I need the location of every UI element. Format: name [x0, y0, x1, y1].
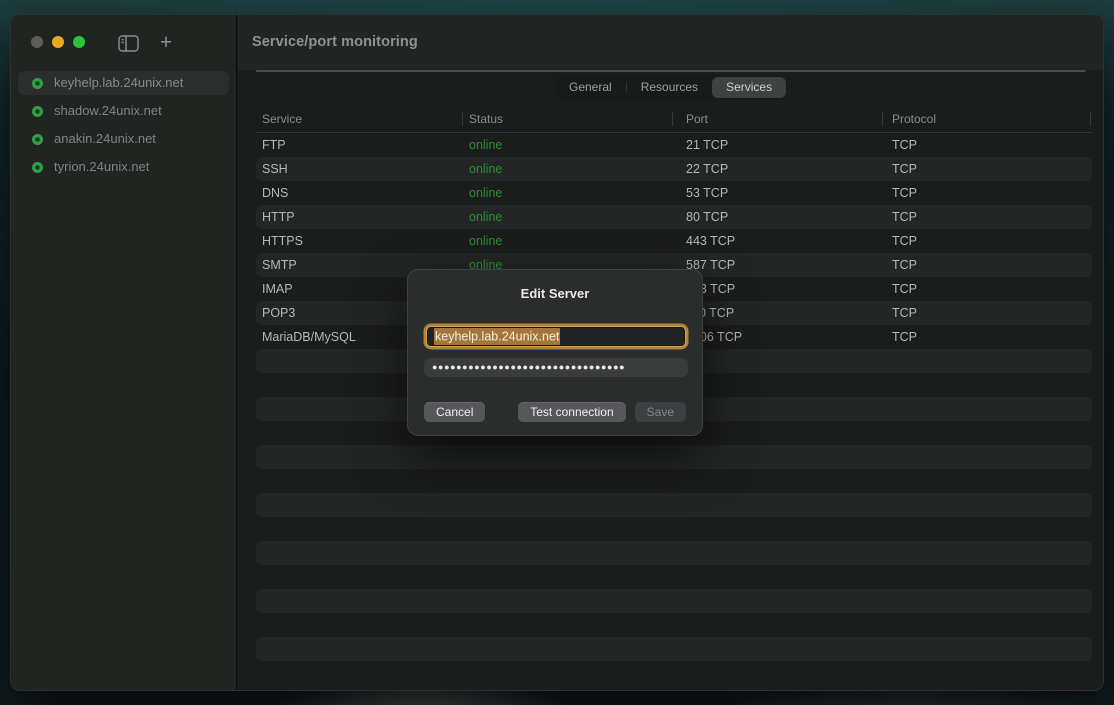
empty-row — [256, 541, 1092, 565]
empty-row — [256, 517, 1092, 541]
cell-service: HTTPS — [262, 229, 303, 253]
cell-service: POP3 — [262, 301, 295, 325]
empty-row — [256, 565, 1092, 589]
column-header-protocol[interactable]: Protocol — [892, 105, 936, 133]
cell-protocol: TCP — [892, 157, 917, 181]
cell-port: 53 TCP — [686, 181, 728, 205]
cell-status: online — [469, 133, 502, 157]
table-row[interactable]: SSH online 22 TCP TCP — [256, 157, 1092, 181]
cell-port: 22 TCP — [686, 157, 728, 181]
server-label: tyrion.24unix.net — [54, 159, 149, 174]
edit-server-dialog: Edit Server keyhelp.lab.24unix.net ●●●●●… — [407, 269, 703, 436]
server-label: anakin.24unix.net — [54, 131, 156, 146]
cell-service: IMAP — [262, 277, 293, 301]
selected-text: keyhelp.lab.24unix.net — [434, 328, 560, 345]
sidebar: + keyhelp.lab.24unix.net shadow.24unix.ne… — [11, 15, 237, 690]
page-title: Service/port monitoring — [252, 15, 418, 70]
add-server-button[interactable]: + — [153, 33, 179, 53]
save-button[interactable]: Save — [635, 402, 686, 422]
cell-service: FTP — [262, 133, 286, 157]
cell-service: MariaDB/MySQL — [262, 325, 356, 349]
dialog-buttons: Cancel Test connection Save — [424, 402, 686, 422]
column-separator — [462, 112, 463, 126]
cell-protocol: TCP — [892, 325, 917, 349]
empty-row — [256, 637, 1092, 661]
titlebar: Service/port monitoring — [238, 15, 1103, 70]
plus-icon: + — [160, 34, 172, 52]
password-input[interactable]: ●●●●●●●●●●●●●●●●●●●●●●●●●●●●●●●● — [424, 358, 688, 377]
column-separator — [882, 112, 883, 126]
column-header-port[interactable]: Port — [686, 105, 708, 133]
cell-port: 80 TCP — [686, 205, 728, 229]
content-divider — [256, 70, 1086, 72]
cell-status: online — [469, 157, 502, 181]
online-status-dot-icon — [32, 78, 43, 89]
cell-status: online — [469, 181, 502, 205]
sidebar-item-server[interactable]: tyrion.24unix.net — [18, 155, 229, 179]
column-separator — [672, 112, 673, 126]
cell-protocol: TCP — [892, 133, 917, 157]
cell-port: 443 TCP — [686, 229, 735, 253]
cell-status: online — [469, 229, 502, 253]
server-label: keyhelp.lab.24unix.net — [54, 75, 183, 90]
server-label: shadow.24unix.net — [54, 103, 162, 118]
cell-port: 21 TCP — [686, 133, 728, 157]
minimize-button[interactable] — [52, 36, 64, 48]
empty-row — [256, 613, 1092, 637]
tab-services[interactable]: Services — [712, 77, 786, 98]
column-header-status[interactable]: Status — [469, 105, 503, 133]
empty-row — [256, 445, 1092, 469]
cell-protocol: TCP — [892, 181, 917, 205]
cell-service: HTTP — [262, 205, 295, 229]
online-status-dot-icon — [32, 106, 43, 117]
table-row[interactable]: FTP online 21 TCP TCP — [256, 133, 1092, 157]
cell-service: SMTP — [262, 253, 297, 277]
sidebar-item-server[interactable]: shadow.24unix.net — [18, 99, 229, 123]
sidebar-toggle-button[interactable] — [115, 33, 141, 53]
sidebar-item-server[interactable]: anakin.24unix.net — [18, 127, 229, 151]
cell-service: DNS — [262, 181, 288, 205]
cell-protocol: TCP — [892, 301, 917, 325]
table-row[interactable]: DNS online 53 TCP TCP — [256, 181, 1092, 205]
test-connection-button[interactable]: Test connection — [518, 402, 625, 422]
tab-bar: GeneralResourcesServices — [554, 76, 787, 99]
cell-protocol: TCP — [892, 205, 917, 229]
cell-protocol: TCP — [892, 229, 917, 253]
cell-service: SSH — [262, 157, 288, 181]
online-status-dot-icon — [32, 162, 43, 173]
table-row[interactable]: HTTPS online 443 TCP TCP — [256, 229, 1092, 253]
online-status-dot-icon — [32, 134, 43, 145]
traffic-lights — [31, 36, 94, 48]
tab-resources[interactable]: Resources — [627, 77, 712, 98]
empty-row — [256, 493, 1092, 517]
sidebar-toolbar: + — [115, 33, 179, 53]
sidebar-toggle-icon — [118, 35, 139, 52]
table-header: Service Status Port Protocol — [256, 105, 1092, 133]
zoom-button[interactable] — [73, 36, 85, 48]
server-host-input[interactable]: keyhelp.lab.24unix.net — [426, 326, 686, 347]
sidebar-item-server[interactable]: keyhelp.lab.24unix.net — [18, 71, 229, 95]
empty-row — [256, 589, 1092, 613]
empty-row — [256, 469, 1092, 493]
dialog-title: Edit Server — [408, 286, 702, 301]
cell-status: online — [469, 205, 502, 229]
server-list: keyhelp.lab.24unix.net shadow.24unix.net a… — [18, 71, 229, 183]
cancel-button[interactable]: Cancel — [424, 402, 485, 422]
cell-protocol: TCP — [892, 277, 917, 301]
close-button[interactable] — [31, 36, 43, 48]
cell-protocol: TCP — [892, 253, 917, 277]
tab-general[interactable]: General — [555, 77, 626, 98]
column-separator — [1090, 112, 1091, 126]
table-row[interactable]: HTTP online 80 TCP TCP — [256, 205, 1092, 229]
column-header-service[interactable]: Service — [262, 105, 302, 133]
